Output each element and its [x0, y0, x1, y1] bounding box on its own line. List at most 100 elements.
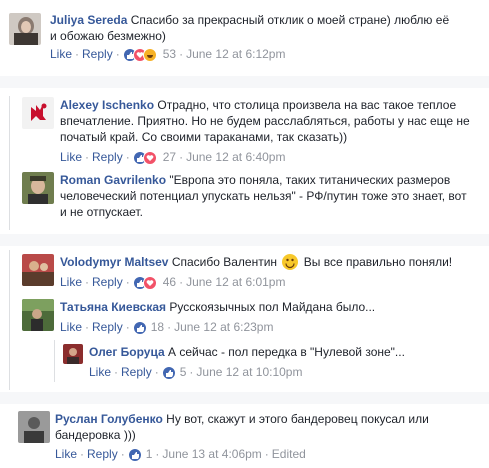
reply-link[interactable]: Reply [92, 150, 123, 164]
comment-author[interactable]: Roman Gavrilenko [60, 173, 166, 187]
like-link[interactable]: Like [60, 150, 82, 164]
comment-actions: Like · Reply · 53 · June 12 at 6:12pm [50, 46, 285, 62]
separator-dot: · [125, 275, 130, 289]
comment-item: Roman Gavrilenko "Европа это поняла, так… [22, 172, 482, 224]
like-reaction-icon [161, 365, 176, 380]
avatar-photo [63, 344, 83, 364]
reaction-count: 27 [162, 150, 177, 164]
separator-dot: · [80, 447, 85, 461]
thread-line [9, 250, 10, 390]
comment-actions: Like · Reply · 5 · June 12 at 10:10pm [89, 364, 302, 380]
timestamp[interactable]: June 12 at 10:10pm [196, 365, 302, 379]
edited-label[interactable]: Edited [272, 447, 306, 461]
separator-dot: · [85, 320, 90, 334]
avatar[interactable] [18, 411, 50, 443]
comment-actions: Like · Reply · 46 · June 12 at 6:01pm [60, 274, 285, 290]
like-link[interactable]: Like [55, 447, 77, 461]
timestamp[interactable]: June 12 at 6:23pm [174, 320, 273, 334]
separator-dot: · [120, 447, 125, 461]
separator-dot: · [115, 47, 120, 61]
reactions-summary[interactable] [122, 47, 161, 62]
separator-dot: · [85, 275, 90, 289]
timestamp[interactable]: June 12 at 6:12pm [186, 47, 285, 61]
separator-dot: · [75, 47, 80, 61]
avatar-photo [22, 254, 54, 286]
separator-dot: · [114, 365, 119, 379]
timestamp[interactable]: June 13 at 4:06pm [162, 447, 261, 461]
reactions-summary[interactable] [132, 150, 161, 165]
comment-thread: Juliya Sereda Спасибо за прекрасный откл… [0, 0, 489, 468]
comment-text: Спасибо Валентин [171, 255, 278, 269]
avatar[interactable] [22, 172, 54, 204]
comment-body: Roman Gavrilenko "Европа это поняла, так… [60, 172, 470, 220]
like-reaction-icon [127, 447, 142, 462]
timestamp[interactable]: June 12 at 6:40pm [186, 150, 285, 164]
comment-author[interactable]: Juliya Sereda [50, 13, 127, 27]
avatar-photo [18, 411, 50, 443]
avatar[interactable] [9, 13, 41, 45]
section-separator [0, 392, 489, 404]
avatar-photo [22, 172, 54, 204]
love-reaction-icon [142, 275, 157, 290]
avatar[interactable] [63, 344, 83, 364]
comment-body: Juliya Sereda Спасибо за прекрасный откл… [50, 12, 450, 44]
comment-body: Volodymyr Maltsev Спасибо Валентин Вы вс… [60, 254, 480, 270]
reactions-summary[interactable] [127, 447, 144, 462]
like-reaction-icon [132, 320, 147, 335]
reactions-summary[interactable] [132, 320, 149, 335]
comment-author[interactable]: Руслан Голубенко [55, 412, 163, 426]
reaction-count: 46 [162, 275, 177, 289]
love-reaction-icon [142, 150, 157, 165]
avatar[interactable] [22, 254, 54, 286]
reactions-summary[interactable] [161, 365, 178, 380]
separator-dot: · [85, 150, 90, 164]
separator-dot: · [125, 150, 130, 164]
reply-link[interactable]: Reply [87, 447, 118, 461]
section-separator [0, 76, 489, 88]
avatar[interactable] [22, 299, 54, 331]
comment-text-continued: Вы все правильно поняли! [303, 255, 453, 269]
like-link[interactable]: Like [89, 365, 111, 379]
separator-dot: · [264, 447, 269, 461]
reply-link[interactable]: Reply [92, 275, 123, 289]
reply-link[interactable]: Reply [82, 47, 113, 61]
section-separator [0, 234, 489, 246]
comment-author[interactable]: Volodymyr Maltsev [60, 255, 168, 269]
avatar[interactable] [22, 97, 54, 129]
comment-actions: Like · Reply · 18 · June 12 at 6:23pm [60, 319, 273, 335]
thread-line [9, 96, 10, 230]
comment-item: Volodymyr Maltsev Спасибо Валентин Вы вс… [22, 254, 482, 294]
avatar-photo [9, 13, 41, 45]
comment-actions: Like · Reply · 27 · June 12 at 6:40pm [60, 149, 285, 165]
comment-author[interactable]: Олег Боруца [89, 345, 165, 359]
like-link[interactable]: Like [60, 275, 82, 289]
reactions-summary[interactable] [132, 275, 161, 290]
separator-dot: · [179, 150, 184, 164]
comment-author[interactable]: Татьяна Киевская [60, 300, 166, 314]
separator-dot: · [179, 275, 184, 289]
comment-item: Олег Боруца А сейчас - пол передка в "Ну… [63, 344, 483, 384]
nested-thread-line [54, 340, 55, 382]
comment-body: Alexey Ischenko Отрадно, что столица про… [60, 97, 470, 145]
separator-dot: · [189, 365, 194, 379]
timestamp[interactable]: June 12 at 6:01pm [186, 275, 285, 289]
comment-item: Руслан Голубенко Ну вот, скажут и этого … [18, 411, 483, 463]
comment-item: Alexey Ischenko Отрадно, что столица про… [22, 97, 482, 167]
reply-link[interactable]: Reply [92, 320, 123, 334]
avatar-photo [22, 97, 54, 129]
separator-dot: · [179, 47, 184, 61]
comment-author[interactable]: Alexey Ischenko [60, 98, 154, 112]
smiley-emoji-icon [282, 254, 299, 270]
reaction-count: 18 [150, 320, 165, 334]
reaction-count: 53 [162, 47, 177, 61]
comment-text: Русскоязычных пол Майдана было... [169, 300, 376, 314]
separator-dot: · [167, 320, 172, 334]
separator-dot: · [155, 447, 160, 461]
separator-dot: · [125, 320, 130, 334]
like-link[interactable]: Like [50, 47, 72, 61]
like-link[interactable]: Like [60, 320, 82, 334]
reply-link[interactable]: Reply [121, 365, 152, 379]
comment-actions: Like · Reply · 1 · June 13 at 4:06pm · Edited [55, 446, 306, 462]
comment-item: Juliya Sereda Спасибо за прекрасный откл… [9, 8, 479, 68]
avatar-photo [22, 299, 54, 331]
